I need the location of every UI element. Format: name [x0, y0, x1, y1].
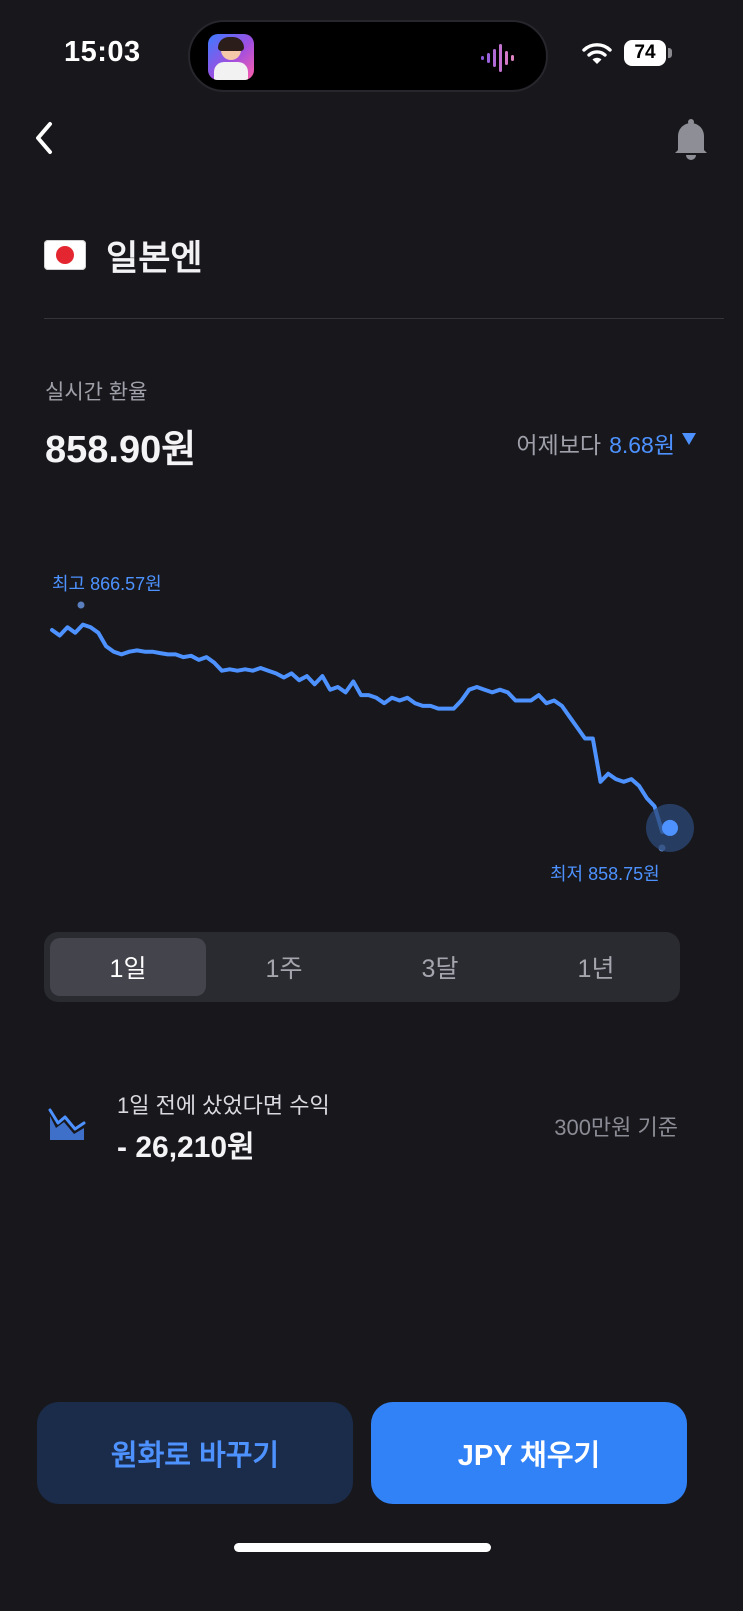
rate-line-chart[interactable] [0, 560, 743, 890]
wifi-icon [582, 43, 612, 64]
japan-flag-icon [44, 240, 86, 270]
page-title: 일본엔 [106, 238, 203, 278]
now-playing-thumbnail[interactable] [208, 34, 254, 80]
profit-basis: 300만원 기준 [554, 1115, 678, 1140]
battery-icon: 74 [624, 40, 666, 66]
period-tabs: 1일 1주 3달 1년 [44, 932, 680, 1002]
currency-title-row: 일본엔 [44, 230, 203, 280]
tab-1-day[interactable]: 1일 [50, 938, 206, 996]
dynamic-island[interactable] [188, 20, 548, 92]
chart-low-label: 최저 858.75원 [550, 864, 660, 884]
rate-value: 858.90원 [45, 429, 197, 471]
rate-series-line [50, 622, 672, 834]
status-time: 15:03 [64, 36, 141, 68]
current-point-dot [662, 819, 678, 836]
tab-1-week[interactable]: 1주 [206, 938, 362, 996]
profit-label: 1일 전에 샀었다면 수익 [117, 1093, 330, 1118]
rate-label: 실시간 환율 [45, 381, 148, 404]
down-triangle-icon [682, 433, 696, 445]
home-indicator[interactable] [234, 1543, 491, 1552]
convert-to-krw-button[interactable]: 원화로 바꾸기 [37, 1402, 353, 1504]
tab-1-year[interactable]: 1년 [518, 938, 674, 996]
tab-3-months[interactable]: 3달 [362, 938, 518, 996]
fill-jpy-button[interactable]: JPY 채우기 [371, 1402, 687, 1504]
rate-change: 어제보다 8.68원 [516, 426, 675, 460]
profit-value: - 26,210원 [117, 1131, 255, 1164]
rate-change-prefix: 어제보다 [516, 432, 602, 458]
audio-wave-icon [481, 44, 514, 72]
status-bar: 15:03 74 [0, 0, 743, 110]
bell-icon[interactable] [672, 118, 710, 162]
trend-down-chart-icon [48, 1108, 86, 1140]
divider [44, 318, 724, 319]
high-marker-dot [77, 601, 85, 609]
rate-change-amount: 8.68원 [609, 432, 675, 458]
battery-cap [668, 48, 672, 58]
back-icon[interactable] [28, 118, 68, 158]
